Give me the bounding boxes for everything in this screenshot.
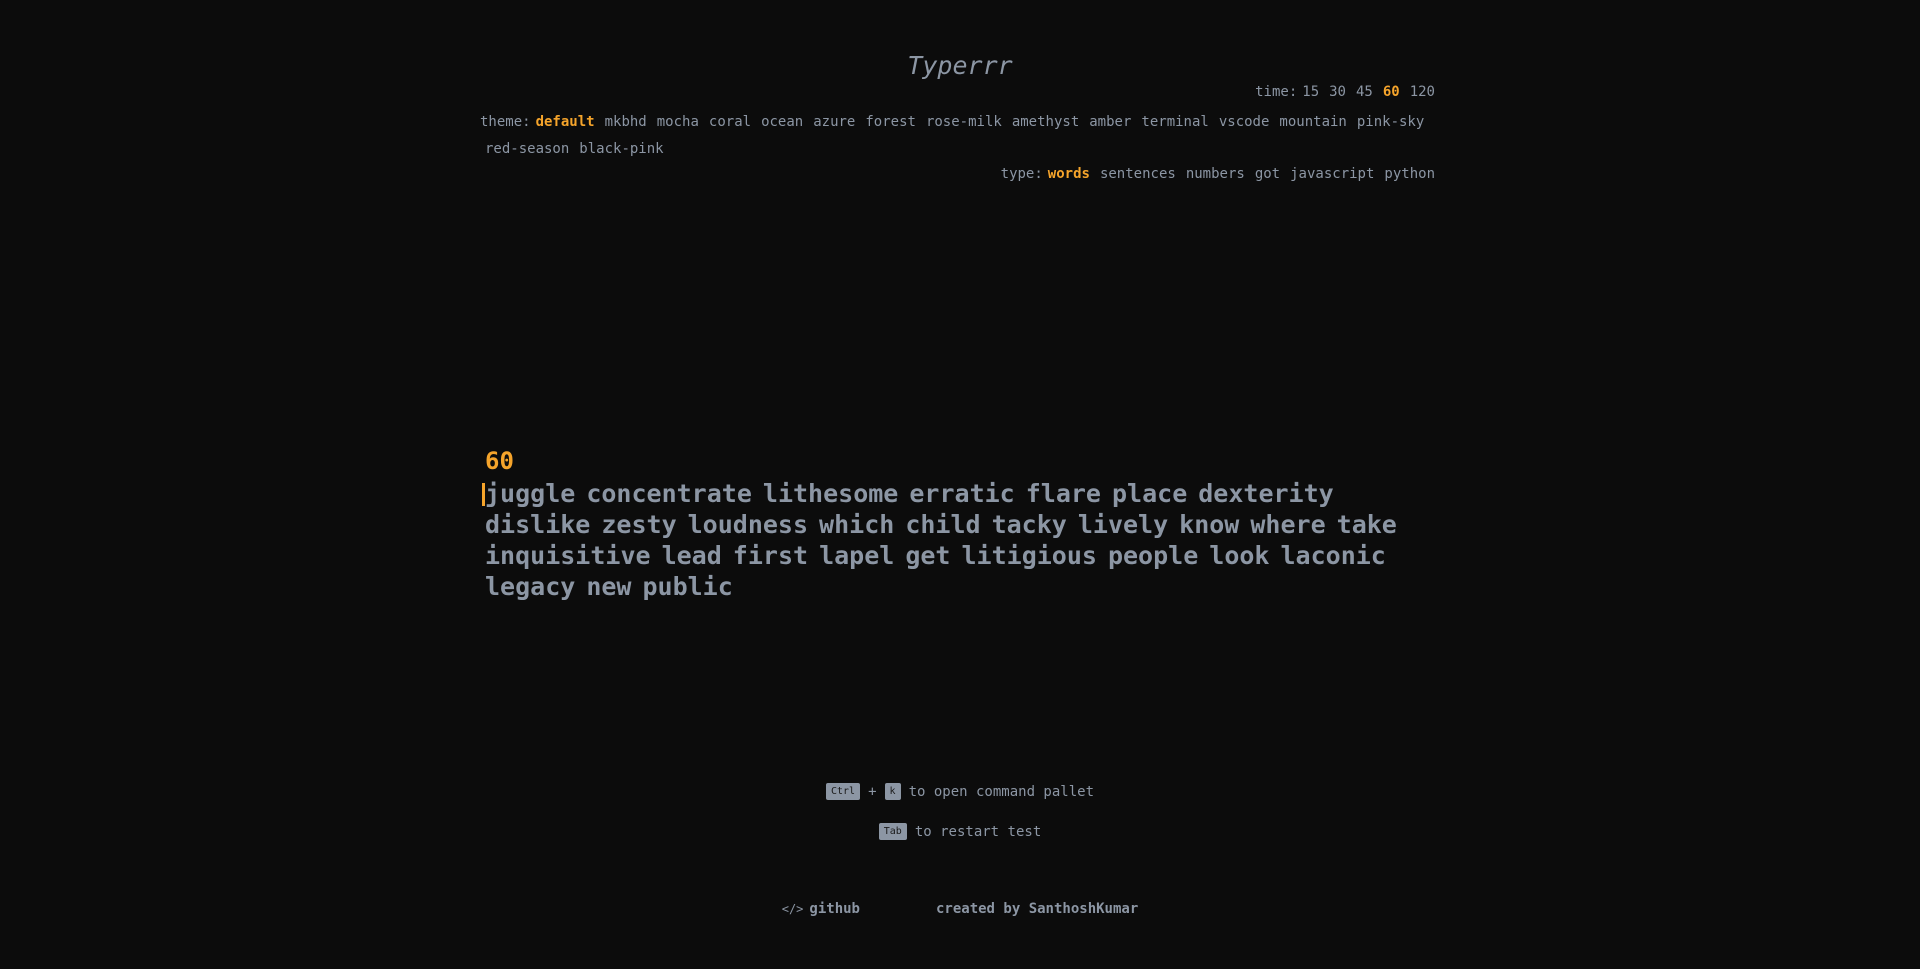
test-word: zesty xyxy=(601,510,677,539)
time-option-120[interactable]: 120 xyxy=(1410,84,1435,100)
type-option-sentences[interactable]: sentences xyxy=(1100,166,1176,182)
test-word: which xyxy=(819,510,895,539)
theme-option-coral[interactable]: coral xyxy=(709,109,751,136)
theme-option-amber[interactable]: amber xyxy=(1089,109,1131,136)
test-word: tacky xyxy=(991,510,1067,539)
github-label: github xyxy=(809,901,860,917)
theme-option-forest[interactable]: forest xyxy=(865,109,916,136)
test-word: get xyxy=(905,541,951,570)
restart-hint: Tab to restart test xyxy=(0,823,1920,840)
test-word: lapel xyxy=(819,541,895,570)
type-option-python[interactable]: python xyxy=(1384,166,1435,182)
test-word: laconic xyxy=(1280,541,1386,570)
test-word: public xyxy=(642,572,733,601)
test-word: lithesome xyxy=(762,479,899,508)
code-icon: </> xyxy=(781,902,804,916)
test-word: dexterity xyxy=(1198,479,1334,508)
time-selector: time: 15 30 45 60 120 xyxy=(1255,82,1435,102)
restart-text: to restart test xyxy=(914,823,1042,840)
type-label: type: xyxy=(1000,166,1043,182)
test-word: look xyxy=(1209,541,1270,570)
command-pallet-text: to open command pallet xyxy=(908,783,1094,800)
theme-option-terminal[interactable]: terminal xyxy=(1141,109,1208,136)
type-selector: type: words sentences numbers got javascript p… xyxy=(1001,164,1435,184)
test-word: lead xyxy=(661,541,722,570)
type-option-numbers[interactable]: numbers xyxy=(1186,166,1245,182)
ctrl-key: Ctrl xyxy=(826,783,861,800)
theme-option-pink-sky[interactable]: pink-sky xyxy=(1357,109,1424,136)
test-word: first xyxy=(732,541,809,570)
test-word: take xyxy=(1336,510,1397,539)
type-option-javascript[interactable]: javascript xyxy=(1290,166,1374,182)
countdown-timer: 60 xyxy=(485,447,514,475)
time-option-30[interactable]: 30 xyxy=(1329,84,1346,100)
theme-option-ocean[interactable]: ocean xyxy=(761,109,803,136)
test-word: new xyxy=(586,572,632,601)
theme-option-mkbhd[interactable]: mkbhd xyxy=(605,109,647,136)
credit-text: created by SanthoshKumar xyxy=(935,901,1139,917)
test-word: erratic xyxy=(909,479,1015,508)
command-pallet-hint: Ctrl + k to open command pallet xyxy=(0,783,1920,800)
theme-option-vscode[interactable]: vscode xyxy=(1219,109,1270,136)
time-option-45[interactable]: 45 xyxy=(1356,84,1373,100)
test-word: legacy xyxy=(485,572,576,601)
test-word: juggle xyxy=(485,479,576,508)
type-option-got[interactable]: got xyxy=(1255,166,1280,182)
test-word: people xyxy=(1107,541,1199,570)
test-word: place xyxy=(1111,479,1188,508)
test-word: flare xyxy=(1025,479,1101,508)
github-link[interactable]: </> github xyxy=(782,901,860,917)
tab-key: Tab xyxy=(878,823,907,840)
test-word: lively xyxy=(1077,510,1169,539)
test-word: know xyxy=(1179,510,1240,539)
type-option-words[interactable]: words xyxy=(1048,166,1090,182)
theme-option-amethyst[interactable]: amethyst xyxy=(1012,109,1079,136)
test-word: litigious xyxy=(961,541,1097,570)
theme-selector: theme: default mkbhd mocha coral ocean azure fo… xyxy=(480,109,1440,163)
test-word: loudness xyxy=(687,510,809,539)
plus-sign: + xyxy=(868,783,877,800)
theme-option-default[interactable]: default xyxy=(536,109,595,136)
test-word: concentrate xyxy=(586,479,752,508)
theme-option-black-pink[interactable]: black-pink xyxy=(579,136,663,163)
theme-option-mocha[interactable]: mocha xyxy=(657,109,699,136)
typing-caret xyxy=(482,483,485,506)
test-word: dislike xyxy=(485,510,591,539)
footer: </> github created by SanthoshKumar xyxy=(0,901,1920,917)
theme-label: theme: xyxy=(480,114,531,130)
time-option-60[interactable]: 60 xyxy=(1383,84,1400,100)
typerrr-app: Typerrr time: 15 30 45 60 120 theme: default mk… xyxy=(0,0,1920,969)
theme-option-rose-milk[interactable]: rose-milk xyxy=(926,109,1002,136)
app-title: Typerrr xyxy=(907,51,1013,80)
test-word: inquisitive xyxy=(485,541,651,570)
theme-option-mountain[interactable]: mountain xyxy=(1279,109,1346,136)
time-option-15[interactable]: 15 xyxy=(1302,84,1319,100)
typing-text-area[interactable]: juggle concentrate lithesome erratic flare pl… xyxy=(482,478,1425,602)
theme-option-azure[interactable]: azure xyxy=(813,109,855,136)
time-label: time: xyxy=(1255,84,1298,100)
k-key: k xyxy=(884,783,901,800)
theme-option-red-season[interactable]: red-season xyxy=(485,136,569,163)
test-word: child xyxy=(905,510,981,539)
test-word: where xyxy=(1250,510,1326,539)
